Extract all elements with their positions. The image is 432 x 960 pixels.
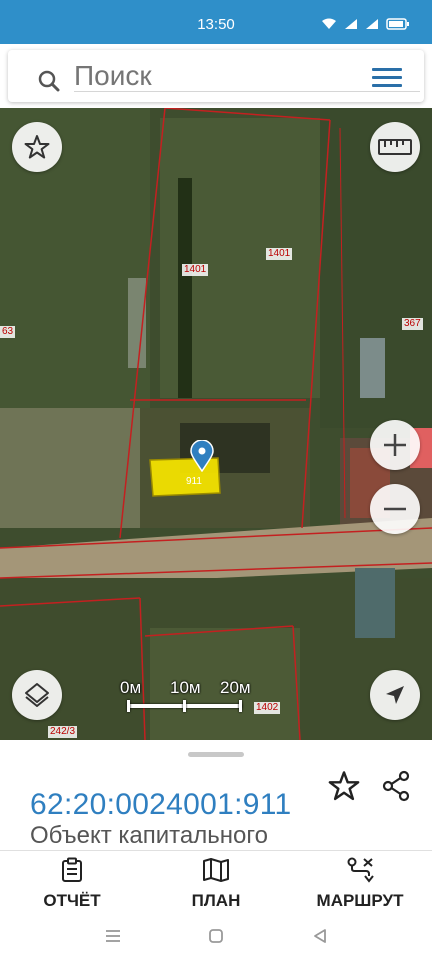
share-icon: [382, 770, 410, 802]
status-bar: 13:50: [0, 0, 432, 44]
nav-report-label: ОТЧЁТ: [43, 891, 101, 910]
satellite-map[interactable]: 1401 1401 367 63 911 1402 242/3 0м 10м 2…: [0, 108, 432, 740]
search-bar: [0, 44, 432, 108]
clipboard-icon: [62, 857, 82, 882]
search-input[interactable]: [74, 60, 420, 92]
nav-route[interactable]: МАРШРУТ: [300, 857, 420, 911]
bottom-navigation: ОТЧЁТ ПЛАН МАРШРУТ: [0, 850, 432, 914]
my-location-button[interactable]: [370, 670, 420, 720]
map-icon: [203, 858, 229, 882]
battery-icon: [386, 18, 409, 30]
share-button[interactable]: [380, 770, 412, 807]
favorite-button[interactable]: [12, 122, 62, 172]
star-icon: [24, 135, 50, 159]
scale-label: 0м: [120, 678, 142, 697]
search-box: [8, 50, 424, 102]
nav-route-label: МАРШРУТ: [316, 891, 404, 910]
menu-icon[interactable]: [372, 68, 402, 88]
scale-tick: [127, 700, 130, 712]
location-marker-icon[interactable]: [190, 440, 214, 472]
parcel-label: 1401: [266, 248, 293, 260]
star-icon: [328, 771, 360, 801]
parcel-label: 367: [402, 318, 423, 330]
cadastral-number: 62:20:0024001:911: [30, 788, 292, 821]
favorite-parcel-button[interactable]: [328, 770, 360, 807]
plus-icon: [384, 434, 406, 456]
route-icon: [347, 857, 374, 883]
sheet-drag-handle[interactable]: [188, 752, 244, 757]
zoom-in-button[interactable]: [370, 420, 420, 470]
layers-icon: [25, 683, 49, 707]
scale-tick: [239, 700, 242, 712]
scale-label: 20м: [220, 678, 251, 697]
wifi-icon: [322, 18, 336, 29]
status-icons: [321, 18, 410, 30]
back-icon[interactable]: [312, 928, 328, 944]
scale-tick: [183, 700, 186, 712]
parcel-label: 63: [0, 326, 16, 338]
minus-icon: [384, 507, 406, 511]
signal-icon: [345, 19, 357, 29]
nav-plan-label: ПЛАН: [191, 891, 241, 910]
ruler-icon: [378, 139, 412, 155]
parcel-label: 1401: [182, 264, 209, 276]
nav-report[interactable]: ОТЧЁТ: [12, 857, 132, 911]
zoom-out-button[interactable]: [370, 484, 420, 534]
system-navigation-bar: [0, 914, 432, 960]
ruler-button[interactable]: [370, 122, 420, 172]
scale-bar: 0м 10м 20м: [120, 678, 260, 718]
parcel-info-sheet[interactable]: 62:20:0024001:911 Объект капитального: [0, 740, 432, 850]
parcel-label-selected: 911: [186, 476, 202, 487]
satellite-imagery: [0, 108, 432, 740]
nav-plan[interactable]: ПЛАН: [156, 857, 276, 911]
parcel-label: 242/3: [48, 726, 78, 738]
layers-button[interactable]: [12, 670, 62, 720]
navigation-arrow-icon: [386, 686, 404, 704]
app-screen: 13:50 Поиск 1401 1401 367 63 911 1402 24…: [0, 0, 432, 960]
search-icon[interactable]: [38, 70, 60, 92]
recent-apps-icon[interactable]: [104, 928, 122, 944]
signal-icon: [366, 19, 378, 29]
scale-label: 10м: [170, 678, 201, 697]
object-type: Объект капитального: [30, 822, 268, 849]
home-icon[interactable]: [208, 928, 224, 944]
